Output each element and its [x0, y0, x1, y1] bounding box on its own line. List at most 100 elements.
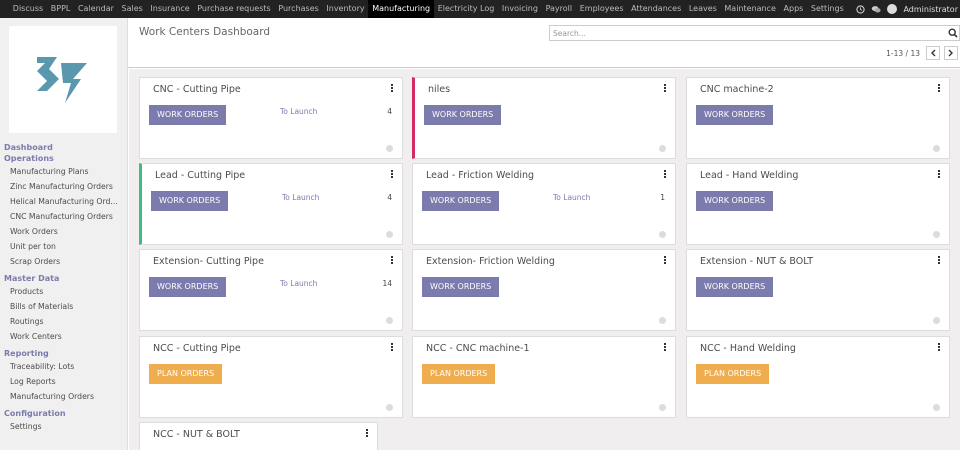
work-center-card[interactable]: NCC - Cutting Pipe PLAN ORDERS — [139, 336, 403, 418]
work-center-card[interactable]: Lead - Friction Welding WORK ORDERS To Lau… — [412, 163, 676, 245]
sidebar-item[interactable]: Helical Manufacturing Ord... — [0, 194, 118, 209]
status-dot-icon[interactable] — [659, 145, 666, 152]
card-menu-icon[interactable] — [938, 343, 941, 352]
work-orders-button[interactable]: WORK ORDERS — [696, 277, 774, 297]
sidebar-item[interactable]: Zinc Manufacturing Orders — [0, 179, 118, 194]
card-menu-icon[interactable] — [664, 84, 667, 93]
sidebar-item[interactable]: Bills of Materials — [0, 299, 118, 314]
search-icon[interactable] — [948, 28, 958, 38]
sidebar-item[interactable]: Routings — [0, 314, 118, 329]
company-logo[interactable] — [9, 26, 117, 133]
work-center-card[interactable]: CNC - Cutting Pipe WORK ORDERS To Launch 4 — [139, 77, 403, 159]
card-menu-icon[interactable] — [664, 256, 667, 265]
sidebar-section-dashboard[interactable]: Dashboard — [0, 142, 128, 153]
card-menu-icon[interactable] — [664, 343, 667, 352]
menu-item-purchase-requests[interactable]: Purchase requests — [193, 0, 274, 18]
status-dot-icon[interactable] — [386, 317, 393, 324]
menu-item-settings[interactable]: Settings — [807, 0, 847, 18]
work-orders-button[interactable]: WORK ORDERS — [424, 105, 502, 125]
status-dot-icon[interactable] — [386, 231, 393, 238]
sidebar-item[interactable]: Traceability: Lots — [0, 359, 118, 374]
sidebar-item[interactable]: Work Orders — [0, 224, 118, 239]
work-orders-button[interactable]: WORK ORDERS — [149, 105, 227, 125]
menu-item-purchases[interactable]: Purchases — [275, 0, 323, 18]
sidebar-item[interactable]: Log Reports — [0, 374, 118, 389]
work-center-card[interactable]: Extension - NUT & BOLT WORK ORDERS — [686, 249, 950, 331]
card-menu-icon[interactable] — [938, 84, 941, 93]
work-center-card[interactable]: Extension- Friction Welding WORK ORDERS — [412, 249, 676, 331]
status-dot-icon[interactable] — [933, 404, 940, 411]
card-menu-icon[interactable] — [938, 170, 941, 179]
card-menu-icon[interactable] — [391, 170, 394, 179]
to-launch-link[interactable]: To Launch — [282, 193, 319, 202]
card-menu-icon[interactable] — [938, 256, 941, 265]
card-menu-icon[interactable] — [391, 343, 394, 352]
menu-item-invoicing[interactable]: Invoicing — [498, 0, 542, 18]
menu-item-electricity-log[interactable]: Electricity Log — [434, 0, 498, 18]
menu-item-manufacturing[interactable]: Manufacturing — [368, 0, 434, 18]
plan-orders-button[interactable]: PLAN ORDERS — [422, 364, 496, 384]
sidebar-item[interactable]: CNC Manufacturing Orders — [0, 209, 118, 224]
menu-item-bppl[interactable]: BPPL — [47, 0, 74, 18]
status-dot-icon[interactable] — [386, 404, 393, 411]
status-dot-icon[interactable] — [659, 231, 666, 238]
card-menu-icon[interactable] — [366, 429, 369, 438]
search-input[interactable] — [550, 26, 930, 40]
status-dot-icon[interactable] — [386, 145, 393, 152]
menu-item-sales[interactable]: Sales — [118, 0, 147, 18]
work-orders-button[interactable]: WORK ORDERS — [151, 191, 229, 211]
status-dot-icon[interactable] — [933, 317, 940, 324]
work-center-card[interactable]: NCC - NUT & BOLT — [139, 422, 378, 450]
plan-orders-button[interactable]: PLAN ORDERS — [696, 364, 770, 384]
sidebar-item[interactable]: Unit per ton — [0, 239, 118, 254]
sidebar-item[interactable]: Settings — [0, 419, 118, 434]
work-orders-button[interactable]: WORK ORDERS — [149, 277, 227, 297]
card-menu-icon[interactable] — [664, 170, 667, 179]
work-orders-button[interactable]: WORK ORDERS — [422, 277, 500, 297]
work-orders-button[interactable]: WORK ORDERS — [696, 105, 774, 125]
to-launch-link[interactable]: To Launch — [553, 193, 590, 202]
card-title: NCC - Hand Welding — [700, 343, 796, 354]
menu-item-employees[interactable]: Employees — [576, 0, 627, 18]
pager-previous-button[interactable] — [926, 46, 940, 60]
sidebar-item[interactable]: Products — [0, 284, 118, 299]
sidebar-item[interactable]: Manufacturing Plans — [0, 164, 118, 179]
clock-icon[interactable] — [855, 4, 865, 14]
chat-icon[interactable] — [871, 4, 882, 14]
status-dot-icon[interactable] — [659, 317, 666, 324]
card-title: CNC machine-2 — [700, 84, 774, 95]
work-center-card[interactable]: Extension- Cutting Pipe WORK ORDERS To Lau… — [139, 249, 403, 331]
to-launch-link[interactable]: To Launch — [280, 107, 317, 116]
work-orders-button[interactable]: WORK ORDERS — [422, 191, 500, 211]
plan-orders-button[interactable]: PLAN ORDERS — [149, 364, 223, 384]
status-dot-icon[interactable] — [659, 404, 666, 411]
user-name[interactable]: Administrator — [903, 5, 958, 14]
menu-item-attendances[interactable]: Attendances — [627, 0, 685, 18]
menu-item-inventory[interactable]: Inventory — [323, 0, 369, 18]
card-menu-icon[interactable] — [391, 84, 394, 93]
pager-next-button[interactable] — [944, 46, 958, 60]
work-center-card[interactable]: Lead - Hand Welding WORK ORDERS — [686, 163, 950, 245]
sidebar-item[interactable]: Work Centers — [0, 329, 118, 344]
card-menu-icon[interactable] — [391, 256, 394, 265]
work-center-card[interactable]: niles WORK ORDERS — [412, 77, 676, 159]
status-dot-icon[interactable] — [933, 231, 940, 238]
work-orders-button[interactable]: WORK ORDERS — [696, 191, 774, 211]
menu-item-leaves[interactable]: Leaves — [685, 0, 721, 18]
menu-item-discuss[interactable]: Discuss — [9, 0, 47, 18]
work-center-card[interactable]: NCC - CNC machine-1 PLAN ORDERS — [412, 336, 676, 418]
menu-item-insurance[interactable]: Insurance — [147, 0, 194, 18]
work-center-card[interactable]: NCC - Hand Welding PLAN ORDERS — [686, 336, 950, 418]
sidebar-item[interactable]: Manufacturing Orders — [0, 389, 118, 404]
menu-item-payroll[interactable]: Payroll — [542, 0, 576, 18]
to-launch-link[interactable]: To Launch — [280, 279, 317, 288]
work-center-card[interactable]: Lead - Cutting Pipe WORK ORDERS To Launch 4 — [139, 163, 403, 245]
pager-value[interactable]: 1-13 / 13 — [886, 49, 920, 58]
sidebar-item[interactable]: Scrap Orders — [0, 254, 118, 269]
menu-item-apps[interactable]: Apps — [780, 0, 807, 18]
avatar[interactable] — [887, 4, 898, 14]
status-dot-icon[interactable] — [933, 145, 940, 152]
menu-item-maintenance[interactable]: Maintenance — [721, 0, 780, 18]
work-center-card[interactable]: CNC machine-2 WORK ORDERS — [686, 77, 950, 159]
menu-item-calendar[interactable]: Calendar — [74, 0, 118, 18]
